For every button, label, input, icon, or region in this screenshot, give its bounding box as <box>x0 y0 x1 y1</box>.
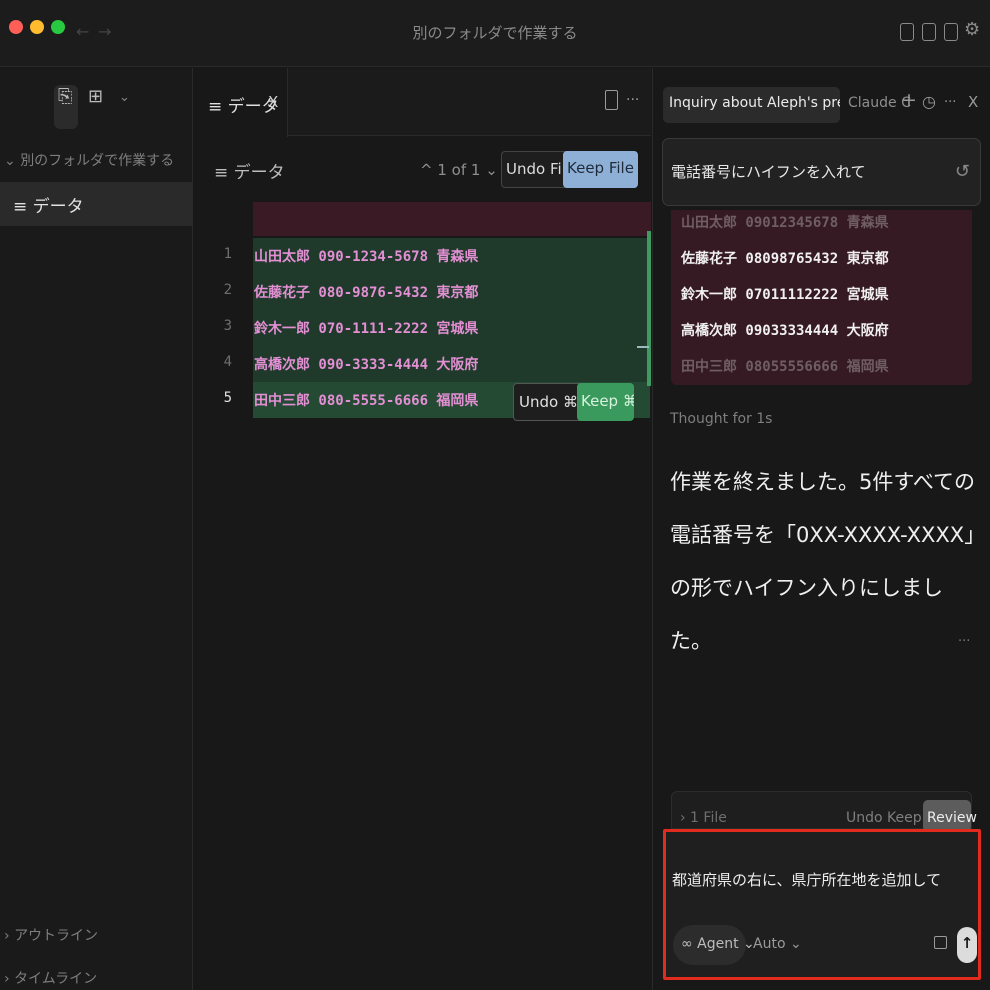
split-editor-icon[interactable] <box>605 90 618 110</box>
removed-line: 佐藤花子 08098765432 東京都 <box>681 251 889 267</box>
send-button[interactable]: ↑ <box>957 927 977 963</box>
sidebar-outline[interactable]: › アウトライン <box>4 925 98 945</box>
toggle-sidebar-icon[interactable] <box>900 23 914 41</box>
editor-tab-bar: ≡ データ X ··· <box>194 68 651 137</box>
review-undo-button[interactable]: Undo <box>846 810 883 826</box>
diff-navigator: ^ 1 of 1 ⌄ <box>420 161 498 179</box>
chat-tab-active[interactable]: Inquiry about Aleph's presence <box>663 87 840 123</box>
thought-indicator[interactable]: Thought for 1s <box>670 411 772 427</box>
code-line: 4 高橋次郎 090-3333-4444 大阪府 <box>194 346 651 382</box>
more-icon[interactable]: ··· <box>944 95 956 110</box>
breadcrumb: ≡ データ <box>214 163 285 183</box>
sidebar-timeline[interactable]: › タイムライン <box>4 968 97 988</box>
removed-line: 鈴木一郎 07011112222 宮城県 <box>681 287 889 303</box>
review-keep-button[interactable]: Keep <box>887 810 922 826</box>
chevron-down-icon[interactable]: ⌄ <box>485 161 498 179</box>
assistant-message: 作業を終えました。5件すべての電話番号を「0XX-XXXX-XXXX」の形でハイ… <box>670 470 976 653</box>
agent-mode-select[interactable]: ∞ Agent ⌄ <box>673 925 755 965</box>
files-icon[interactable]: ⎘ <box>58 86 72 107</box>
history-icon[interactable]: ◷ <box>922 92 936 111</box>
tab-data[interactable]: ≡ データ X <box>194 68 288 137</box>
file-icon: ≡ <box>214 163 229 183</box>
composer-input[interactable]: 都道府県の右に、県庁所在地を追加して <box>672 869 941 890</box>
title-bar: ← → 別のフォルダで作業する ⚙ <box>0 0 990 67</box>
tab-close-button[interactable]: X <box>268 93 278 111</box>
extensions-icon[interactable]: ⊞ <box>88 86 103 107</box>
sidebar-item-data[interactable]: ≡ データ <box>0 182 192 226</box>
gear-icon[interactable]: ⚙ <box>964 19 980 40</box>
review-bar: › 1 File Undo Keep Review <box>671 791 977 832</box>
code-line: 1 山田太郎 090-1234-5678 青森県 <box>194 238 651 274</box>
new-chat-icon[interactable]: + <box>901 89 917 111</box>
chat-pane: Inquiry about Aleph's presence Claude C … <box>652 68 990 990</box>
more-icon[interactable]: ··· <box>626 92 639 108</box>
code-line: 3 鈴木一郎 070-1111-2222 宮城県 <box>194 310 651 346</box>
review-button[interactable]: Review <box>923 800 977 832</box>
chevron-down-icon[interactable]: ⌄ <box>119 90 130 105</box>
diff-gutter-marker <box>647 231 651 386</box>
editor-pane: ≡ データ X ··· ≡ データ ^ 1 of 1 ⌄ Undo File K… <box>194 68 651 990</box>
changed-files-toggle[interactable]: › 1 File <box>680 810 727 826</box>
code-line: 2 佐藤花子 080-9876-5432 東京都 <box>194 274 651 310</box>
keep-file-button[interactable]: Keep File ⌘⏎ <box>563 151 638 188</box>
close-icon[interactable]: X <box>968 93 978 111</box>
window-title: 別のフォルダで作業する <box>412 24 578 42</box>
chat-composer[interactable]: 都道府県の右に、県庁所在地を追加して ∞ Agent ⌄ Auto ⌄ ↑ <box>663 829 981 980</box>
chevron-up-icon[interactable]: ^ <box>420 161 433 179</box>
image-attach-icon[interactable] <box>934 936 947 949</box>
scroll-position-marker <box>637 346 649 348</box>
file-icon: ≡ <box>208 97 223 117</box>
sidebar-folder[interactable]: ⌄ 別のフォルダで作業する <box>4 150 174 170</box>
message-more-icon[interactable]: ··· <box>958 634 970 649</box>
removed-line: 高橋次郎 09033334444 大阪府 <box>681 323 889 339</box>
removed-line: 田中三郎 08055556666 福岡県 <box>681 359 889 375</box>
keep-change-button[interactable]: Keep ⌘Y <box>577 383 634 421</box>
user-message[interactable]: 電話番号にハイフンを入れて ↺ <box>662 138 981 206</box>
sidebar: ⎘ ⊞ ⌄ ⌄ 別のフォルダで作業する ≡ データ › アウトライン › タイム… <box>0 68 193 990</box>
model-select[interactable]: Auto ⌄ <box>753 936 802 952</box>
removed-line: 山田太郎 09012345678 青森県 <box>681 215 889 231</box>
diff-preview: 山田太郎 09012345678 青森県 佐藤花子 08098765432 東京… <box>671 210 972 385</box>
toggle-panel-icon[interactable] <box>922 23 936 41</box>
deleted-lines-band <box>253 202 651 236</box>
toggle-chat-icon[interactable] <box>944 23 958 41</box>
file-icon: ≡ <box>13 197 28 217</box>
revert-icon[interactable]: ↺ <box>955 161 970 182</box>
